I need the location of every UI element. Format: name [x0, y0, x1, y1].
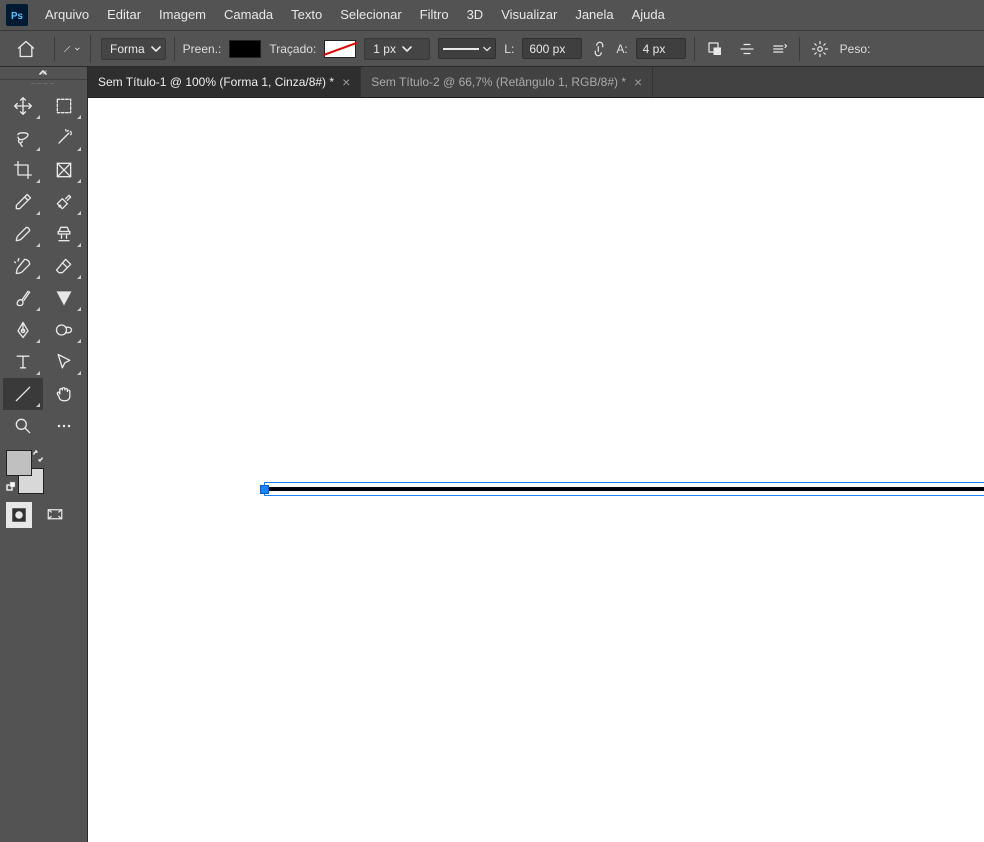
link-dimensions-icon[interactable]: [590, 40, 608, 58]
path-select-tool[interactable]: [44, 346, 84, 378]
menu-camada[interactable]: Camada: [215, 0, 282, 30]
toolbox-collapse-handle[interactable]: [0, 67, 87, 80]
separator: [54, 37, 55, 61]
swap-colors-icon[interactable]: [32, 450, 44, 462]
close-icon[interactable]: ×: [634, 75, 642, 89]
menu-filtro[interactable]: Filtro: [411, 0, 458, 30]
type-tool[interactable]: [3, 346, 43, 378]
default-colors-icon[interactable]: [6, 480, 18, 492]
menu-visualizar[interactable]: Visualizar: [492, 0, 566, 30]
stroke-style-preview: [443, 48, 479, 50]
menu-janela[interactable]: Janela: [566, 0, 622, 30]
separator: [694, 37, 695, 61]
svg-text:Ps: Ps: [11, 11, 24, 22]
app-logo-icon: Ps: [6, 4, 28, 26]
toolbox: [0, 88, 87, 442]
fill-label: Preen.:: [183, 42, 222, 56]
eraser-tool[interactable]: [44, 250, 84, 282]
gradient-tool[interactable]: [3, 282, 43, 314]
toolbox-panel: ┄┄┄┄: [0, 67, 88, 842]
stroke-label: Traçado:: [269, 42, 316, 56]
path-alignment-button[interactable]: [735, 35, 759, 63]
gear-icon[interactable]: [808, 35, 832, 63]
document-tab-label: Sem Título-2 @ 66,7% (Retângulo 1, RGB/8…: [371, 75, 626, 89]
edit-toolbar-button[interactable]: [44, 410, 84, 442]
crop-tool[interactable]: [3, 154, 43, 186]
toolbox-drag-hint: ┄┄┄┄: [0, 80, 87, 88]
weight-label: Peso:: [840, 42, 871, 56]
fill-color-swatch[interactable]: [229, 40, 261, 58]
move-tool[interactable]: [3, 90, 43, 122]
menubar: Ps Arquivo Editar Imagem Camada Texto Se…: [0, 0, 984, 30]
stroke-style-dropdown[interactable]: [438, 38, 496, 59]
foreground-color-swatch[interactable]: [6, 450, 32, 476]
line-tool[interactable]: [3, 378, 43, 410]
marquee-tool[interactable]: [44, 90, 84, 122]
shape-width-input[interactable]: [522, 38, 582, 59]
menu-imagem[interactable]: Imagem: [150, 0, 215, 30]
height-label: A:: [616, 42, 627, 56]
tool-mode-dropdown[interactable]: Forma: [101, 38, 166, 60]
tool-mode-label: Forma: [110, 42, 145, 56]
width-label: L:: [504, 42, 514, 56]
stroke-color-swatch[interactable]: [324, 40, 356, 58]
magic-wand-tool[interactable]: [44, 122, 84, 154]
menu-editar[interactable]: Editar: [98, 0, 150, 30]
lasso-tool[interactable]: [3, 122, 43, 154]
menu-3d[interactable]: 3D: [458, 0, 493, 30]
color-swatch-section: [0, 442, 87, 500]
document-tab-2[interactable]: Sem Título-2 @ 66,7% (Retângulo 1, RGB/8…: [361, 67, 653, 97]
menu-arquivo[interactable]: Arquivo: [36, 0, 98, 30]
path-operations-button[interactable]: [703, 35, 727, 63]
eyedropper-tool[interactable]: [3, 186, 43, 218]
workspace: ┄┄┄┄: [0, 67, 984, 842]
spot-heal-tool[interactable]: [44, 186, 84, 218]
separator: [799, 37, 800, 61]
history-brush-tool[interactable]: [3, 250, 43, 282]
menu-selecionar[interactable]: Selecionar: [331, 0, 410, 30]
zoom-tool[interactable]: [3, 410, 43, 442]
separator: [174, 37, 175, 61]
frame-tool[interactable]: [44, 154, 84, 186]
canvas[interactable]: [88, 98, 984, 842]
options-bar: Forma Preen.: Traçado: 1 px L: A: Peso:: [0, 30, 984, 67]
standard-mode-button[interactable]: [6, 502, 32, 528]
stroke-width-value: 1 px: [373, 42, 396, 56]
dodge-tool[interactable]: [44, 314, 84, 346]
line-shape[interactable]: [264, 487, 984, 491]
mask-mode-row: [0, 500, 87, 530]
close-icon[interactable]: ×: [342, 75, 350, 89]
menu-ajuda[interactable]: Ajuda: [623, 0, 674, 30]
document-tabstrip: Sem Título-1 @ 100% (Forma 1, Cinza/8#) …: [88, 67, 984, 98]
menu-texto[interactable]: Texto: [282, 0, 331, 30]
document-tab-label: Sem Título-1 @ 100% (Forma 1, Cinza/8#) …: [98, 75, 334, 89]
blur-tool[interactable]: [44, 282, 84, 314]
clone-stamp-tool[interactable]: [44, 218, 84, 250]
brush-tool[interactable]: [3, 218, 43, 250]
document-tab-1[interactable]: Sem Título-1 @ 100% (Forma 1, Cinza/8#) …: [88, 67, 361, 97]
shape-height-input[interactable]: [636, 38, 686, 59]
path-arrangement-button[interactable]: [767, 35, 791, 63]
pen-tool[interactable]: [3, 314, 43, 346]
home-button[interactable]: [6, 35, 46, 63]
screen-mode-button[interactable]: [42, 502, 68, 528]
editor-main: Sem Título-1 @ 100% (Forma 1, Cinza/8#) …: [88, 67, 984, 842]
current-tool-icon[interactable]: [63, 35, 91, 63]
stroke-width-dropdown[interactable]: 1 px: [364, 38, 430, 60]
hand-tool[interactable]: [44, 378, 84, 410]
